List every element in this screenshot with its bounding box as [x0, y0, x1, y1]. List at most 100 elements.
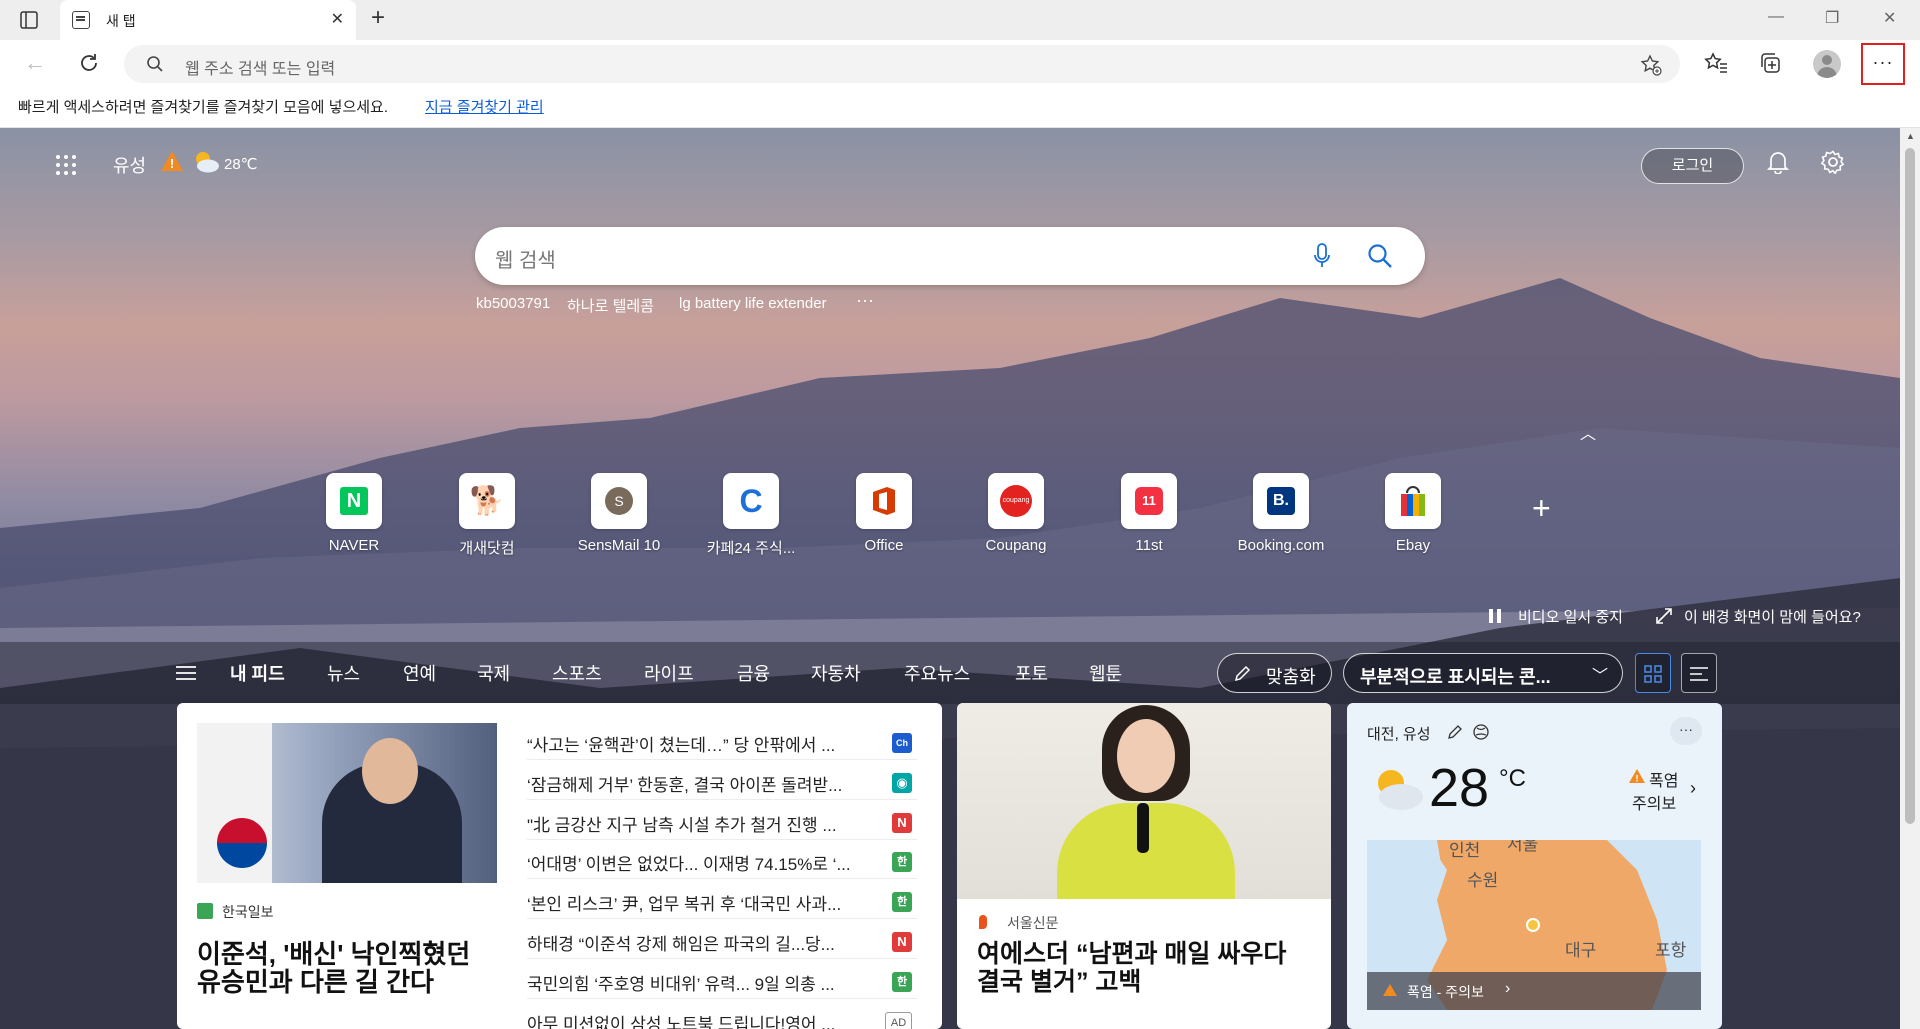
quick-link-sensmail[interactable]: S SensMail 10 [554, 473, 684, 554]
weather-more-button[interactable]: ··· [1670, 717, 1702, 745]
pause-icon[interactable] [1488, 608, 1502, 624]
story-card[interactable]: 서울신문 여에스더 “남편과 매일 싸우다 결국 별거” 고백 [957, 703, 1331, 1029]
restore-icon[interactable]: ❐ [1825, 8, 1839, 28]
back-icon[interactable]: ← [24, 52, 46, 74]
scroll-up-arrow-icon[interactable]: ▲ [1906, 131, 1915, 141]
suggestions-more-button[interactable]: ··· [856, 290, 874, 311]
chevron-right-icon[interactable]: › [1690, 778, 1696, 799]
add-favorite-icon[interactable] [1640, 54, 1662, 76]
tab-life[interactable]: 라이프 [644, 660, 694, 686]
weather-unit[interactable]: °C [1499, 765, 1526, 793]
address-input[interactable]: 웹 주소 검색 또는 입력 [124, 45, 1680, 83]
feed-menu-icon[interactable] [176, 665, 196, 681]
grid-view-button[interactable] [1635, 653, 1671, 693]
search-suggestion[interactable]: 하나로 텔레콤 [567, 295, 654, 316]
news-list-item[interactable]: 하태경 “이준석 강제 해임은 파국의 길...당... [527, 930, 835, 955]
location-label[interactable]: 유성 [113, 152, 146, 178]
page-scrollbar[interactable]: ▲ [1900, 128, 1920, 1029]
tab-finance[interactable]: 금융 [737, 660, 770, 686]
news-source-icon: 한 [892, 892, 912, 912]
tab-webtoon[interactable]: 웹툰 [1089, 660, 1122, 686]
news-list-item[interactable]: “사고는 ‘윤핵관’이 쳤는데…” 당 안팎에서 ... [527, 731, 835, 756]
favorites-icon[interactable] [1704, 52, 1728, 74]
tab-my-feed[interactable]: 내 피드 [230, 660, 285, 686]
quick-link-booking[interactable]: B. Booking.com [1216, 473, 1346, 554]
search-submit-icon[interactable] [1367, 243, 1393, 269]
coupang-tile: coupang [988, 473, 1044, 529]
scrollbar-thumb[interactable] [1905, 148, 1915, 824]
news-list-item[interactable]: ‘본인 리스크’ 尹, 업무 복귀 후 ‘대국민 사과... [527, 890, 841, 915]
headline-line: 유승민과 다른 길 간다 [197, 967, 434, 997]
like-background-button[interactable]: 이 배경 화면이 맘에 들어요? [1684, 606, 1861, 627]
settings-and-more-button[interactable]: ··· [1861, 43, 1905, 85]
manage-favorites-link[interactable]: 지금 즐겨찾기 관리 [425, 96, 544, 117]
tab-new-tab[interactable]: 새 탭 ✕ [60, 0, 356, 40]
booking-logo-icon: B. [1267, 487, 1295, 515]
quick-link-office[interactable]: Office [819, 473, 949, 554]
tab-world[interactable]: 국제 [477, 660, 510, 686]
tab-photo[interactable]: 포토 [1015, 660, 1048, 686]
weather-globe-icon[interactable] [1473, 724, 1489, 740]
quick-link-11st[interactable]: 11 11st [1084, 473, 1214, 554]
page-settings-gear-icon[interactable] [1821, 150, 1845, 174]
collections-icon[interactable] [1759, 52, 1781, 74]
main-story-headline[interactable]: 이준석, '배신' 낙인찍혔던 유승민과 다른 길 간다 [197, 940, 470, 996]
news-list-item[interactable]: 아무 미션없이 삼성 노트북 드립니다!영어 ... [527, 1010, 835, 1029]
tab-auto[interactable]: 자동차 [811, 660, 861, 686]
profile-avatar[interactable] [1813, 50, 1841, 78]
news-list-item[interactable]: ‘잠금해제 거부’ 한동훈, 결국 아이폰 돌려받... [527, 771, 842, 796]
chevron-right-icon: › [1505, 980, 1511, 997]
weather-location[interactable]: 대전, 유성 [1367, 723, 1431, 744]
weather-temp[interactable]: 28℃ [224, 155, 258, 173]
login-button[interactable]: 로그인 [1641, 148, 1744, 184]
search-suggestion[interactable]: kb5003791 [476, 295, 550, 312]
close-window-icon[interactable]: ✕ [1883, 8, 1896, 28]
tab-top-news[interactable]: 주요뉴스 [904, 660, 970, 686]
notifications-bell-icon[interactable] [1767, 150, 1789, 174]
pause-video-button[interactable]: 비디오 일시 중지 [1518, 606, 1623, 627]
expand-arrows-icon[interactable] [1655, 607, 1673, 625]
refresh-icon[interactable] [78, 52, 100, 74]
quick-link-coupang[interactable]: coupang Coupang [951, 473, 1081, 554]
story-image [957, 703, 1331, 899]
naver-logo-icon: N [340, 487, 368, 515]
divider [527, 918, 917, 919]
weather-warning-icon[interactable]: ! [160, 150, 184, 172]
quick-link-naver[interactable]: N NAVER [289, 473, 419, 554]
tab-news[interactable]: 뉴스 [327, 660, 360, 686]
address-placeholder: 웹 주소 검색 또는 입력 [185, 61, 336, 78]
svg-text:!: ! [1636, 774, 1639, 784]
search-suggestion[interactable]: lg battery life extender [679, 295, 827, 312]
microphone-icon[interactable] [1313, 243, 1331, 269]
map-alert-banner[interactable]: 폭염 - 주의보 › [1367, 972, 1701, 1010]
weather-alert-line[interactable]: 폭염 [1649, 767, 1678, 791]
map-city-label: 포항 [1655, 941, 1687, 960]
headline-line: 이준석, '배신' 낙인찍혔던 [197, 939, 471, 969]
news-list-item[interactable]: 국민의힘 ‘주호영 비대위’ 유력... 9일 의총 ... [527, 970, 835, 995]
story-source: 서울신문 [1007, 915, 1059, 931]
weather-alert-line[interactable]: 주의보 [1632, 790, 1676, 814]
news-list-item[interactable]: ‘어대명’ 이변은 없었다... 이재명 74.15%로 ‘... [527, 850, 851, 875]
quick-link-cafe24[interactable]: C 카페24 주식... [686, 473, 816, 558]
close-tab-icon[interactable]: ✕ [331, 9, 344, 29]
list-view-button[interactable] [1681, 653, 1717, 693]
customize-button[interactable]: 맞춤화 [1217, 653, 1332, 693]
add-quick-link-icon[interactable]: + [1532, 490, 1551, 527]
weather-map[interactable]: 인천 서울 수원 대구 포항 폭염 - 주의보 › [1367, 840, 1701, 1010]
tab-sports[interactable]: 스포츠 [552, 660, 602, 686]
new-tab-button[interactable]: + [371, 4, 385, 32]
quick-link-dog[interactable]: 🐕 개새닷컴 [422, 473, 552, 558]
apps-launcher-icon[interactable] [55, 154, 77, 176]
minimize-icon[interactable]: — [1768, 8, 1784, 26]
web-search-box[interactable]: 웹 검색 [475, 227, 1425, 285]
edit-location-icon[interactable] [1448, 724, 1463, 739]
main-story-image[interactable] [197, 723, 497, 883]
content-visibility-dropdown[interactable]: 부분적으로 표시되는 콘... ﹀ [1343, 653, 1623, 693]
news-list-item[interactable]: "北 금강산 지구 남측 시설 추가 철거 진행 ... [527, 811, 837, 836]
collapse-quicklinks-icon[interactable]: ︿ [1580, 420, 1596, 444]
tab-actions-icon[interactable] [20, 11, 38, 29]
sensmail-logo-icon: S [605, 487, 633, 515]
tab-entertainment[interactable]: 연예 [403, 660, 436, 686]
title-bar: 새 탭 ✕ + — ❐ ✕ [0, 0, 1920, 40]
quick-link-ebay[interactable]: Ebay [1348, 473, 1478, 554]
